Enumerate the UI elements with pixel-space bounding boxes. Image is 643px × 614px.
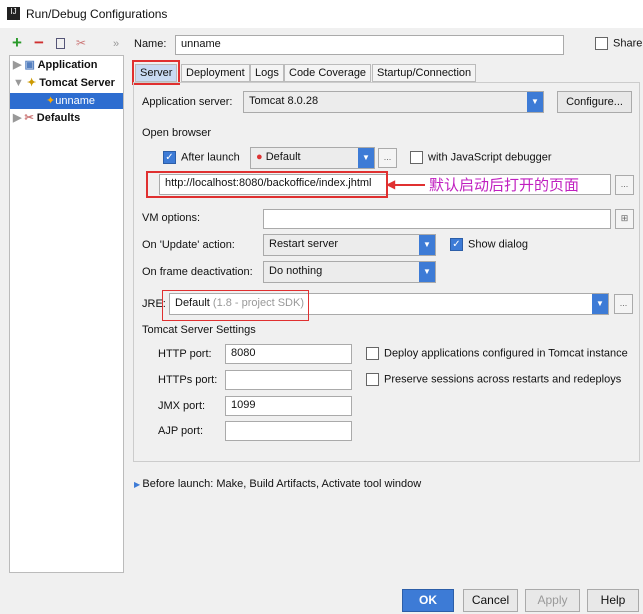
- url-more-button[interactable]: ...: [615, 175, 634, 195]
- browser-select[interactable]: ● Default ▼: [250, 147, 375, 169]
- app-server-value: Tomcat 8.0.28: [249, 95, 319, 107]
- share-label: Share: [613, 37, 643, 50]
- deploy-apps-checkbox[interactable]: Deploy applications configured in Tomcat…: [366, 347, 628, 360]
- ok-button[interactable]: OK: [402, 589, 454, 612]
- vm-options-label: VM options:: [142, 212, 201, 224]
- https-port-input[interactable]: [225, 370, 352, 390]
- more-icon[interactable]: »: [113, 38, 119, 50]
- configure-button[interactable]: Configure...: [557, 91, 632, 113]
- jmx-port-label: JMX port:: [158, 400, 206, 412]
- tree-label: Defaults: [36, 112, 81, 124]
- browser-value: Default: [265, 151, 301, 163]
- help-button[interactable]: Help: [587, 589, 639, 612]
- chevron-down-icon: ▼: [358, 148, 374, 168]
- add-icon[interactable]: +: [12, 33, 22, 53]
- after-launch-label: After launch: [181, 151, 240, 164]
- chevron-down-icon: ▼: [592, 294, 608, 314]
- tree-label: Tomcat Server: [39, 77, 115, 89]
- ajp-port-label: AJP port:: [158, 425, 204, 437]
- preserve-sessions-label: Preserve sessions across restarts and re…: [384, 373, 622, 386]
- chevron-down-icon: ▼: [419, 235, 435, 255]
- app-server-label: Application server:: [142, 96, 233, 108]
- share-checkbox[interactable]: Share: [595, 37, 642, 50]
- update-action-label: On 'Update' action:: [142, 239, 235, 251]
- before-launch-label: Before launch: Make, Build Artifacts, Ac…: [142, 478, 422, 490]
- after-launch-checkbox[interactable]: ✓ After launch: [163, 151, 240, 164]
- tab-code-coverage[interactable]: Code Coverage: [284, 64, 372, 82]
- app-icon: IJ: [7, 7, 20, 20]
- wrench-icon[interactable]: ✂: [76, 36, 86, 50]
- update-action-select[interactable]: Restart server ▼: [263, 234, 436, 256]
- show-dialog-checkbox[interactable]: ✓ Show dialog: [450, 238, 528, 251]
- js-debugger-checkbox[interactable]: with JavaScript debugger: [410, 151, 552, 164]
- name-input[interactable]: unname: [175, 35, 564, 55]
- frame-deactivation-value: Do nothing: [269, 265, 323, 277]
- annotation-text: 默认启动后打开的页面: [429, 177, 580, 194]
- http-port-label: HTTP port:: [158, 348, 212, 360]
- tree-item-application[interactable]: ▶ ▣ Application: [13, 58, 97, 71]
- arrow-head-icon: ◀: [386, 177, 396, 191]
- open-browser-section: Open browser: [142, 127, 212, 139]
- chevron-down-icon: ▼: [527, 92, 543, 112]
- js-debugger-label: with JavaScript debugger: [428, 151, 552, 164]
- highlight-box: [146, 171, 388, 198]
- frame-deactivation-label: On frame deactivation:: [142, 266, 253, 278]
- tree-label: unname: [55, 95, 95, 107]
- show-dialog-label: Show dialog: [468, 238, 528, 251]
- cancel-button[interactable]: Cancel: [463, 589, 518, 612]
- chrome-icon: ●: [256, 151, 263, 163]
- update-action-value: Restart server: [269, 238, 339, 250]
- http-port-input[interactable]: 8080: [225, 344, 352, 364]
- preserve-sessions-checkbox[interactable]: Preserve sessions across restarts and re…: [366, 373, 621, 386]
- tab-logs[interactable]: Logs: [250, 64, 284, 82]
- remove-icon[interactable]: −: [34, 33, 44, 53]
- tab-startup[interactable]: Startup/Connection: [372, 64, 477, 82]
- config-tree[interactable]: ▶ ▣ Application ▼ ✦ Tomcat Server ✦unnam…: [9, 55, 124, 573]
- highlight-box: [162, 290, 309, 321]
- tree-item-defaults[interactable]: ▶ ✂ Defaults: [13, 111, 80, 124]
- tab-deployment[interactable]: Deployment: [181, 64, 250, 82]
- ajp-port-input[interactable]: [225, 421, 352, 441]
- name-label: Name:: [134, 38, 167, 50]
- frame-deactivation-select[interactable]: Do nothing ▼: [263, 261, 436, 283]
- chevron-down-icon: ▼: [419, 262, 435, 282]
- https-port-label: HTTPs port:: [158, 374, 218, 386]
- browser-more-button[interactable]: ...: [378, 148, 397, 168]
- window-title: Run/Debug Configurations: [26, 7, 168, 21]
- expand-icon[interactable]: ⊞: [615, 209, 634, 229]
- deploy-apps-label: Deploy applications configured in Tomcat…: [384, 347, 628, 360]
- before-launch-toggle[interactable]: ▶ Before launch: Make, Build Artifacts, …: [134, 478, 421, 490]
- title-bar: IJ Run/Debug Configurations: [0, 0, 643, 28]
- jre-more-button[interactable]: ...: [614, 294, 633, 314]
- vm-options-input[interactable]: [263, 209, 611, 229]
- tomcat-settings-section: Tomcat Server Settings: [142, 324, 256, 336]
- tree-item-tomcat[interactable]: ▼ ✦ Tomcat Server: [13, 76, 115, 89]
- tree-label: Application: [37, 59, 98, 71]
- annotation-arrow: [390, 184, 425, 186]
- copy-icon[interactable]: [56, 38, 65, 49]
- tree-item-unname[interactable]: ✦unname: [10, 93, 123, 109]
- jmx-port-input[interactable]: 1099: [225, 396, 352, 416]
- apply-button[interactable]: Apply: [525, 589, 580, 612]
- app-server-select[interactable]: Tomcat 8.0.28 ▼: [243, 91, 544, 113]
